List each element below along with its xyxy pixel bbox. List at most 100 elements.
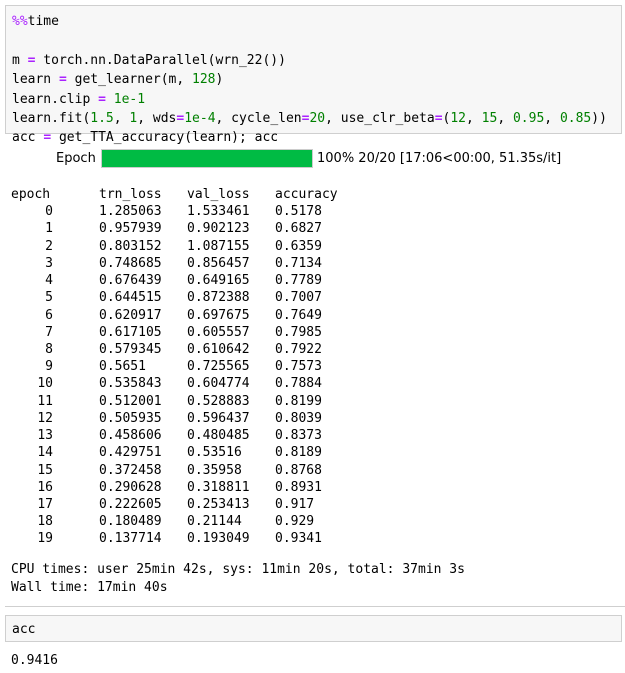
table-cell: 6 <box>45 307 53 323</box>
table-cell: 0.8189 <box>275 445 322 461</box>
code-token: = <box>98 91 106 107</box>
table-header: epoch <box>11 187 51 202</box>
table-cell: 0.480485 <box>187 428 250 444</box>
timing-output: CPU times: user 25min 42s, sys: 11min 20… <box>11 561 465 596</box>
table-cell: 9 <box>45 359 53 375</box>
table-cell: 0.748685 <box>99 255 162 271</box>
code-line: m = torch.nn.DataParallel(wrn_22()) <box>12 53 286 68</box>
table-cell: 0.8199 <box>275 393 322 409</box>
table-cell: 0.604774 <box>187 376 250 392</box>
code-token: 0.85 <box>559 111 592 127</box>
table-cell: 0.725565 <box>187 359 250 375</box>
table-cell: 0.318811 <box>187 479 250 495</box>
table-cell: 0.193049 <box>187 531 250 547</box>
progress-fill <box>102 150 312 167</box>
table-cell: 0.856457 <box>187 255 250 271</box>
table-cell: 0.917 <box>275 496 315 512</box>
table-cell: 0.579345 <box>99 341 162 357</box>
code-token: acc <box>12 130 44 146</box>
table-cell: 0.180489 <box>99 514 162 530</box>
code-editor-2[interactable]: acc <box>12 621 35 638</box>
table-cell: 0.512001 <box>99 393 162 409</box>
code-editor[interactable]: %%time m = torch.nn.DataParallel(wrn_22(… <box>12 12 607 148</box>
progress-bar <box>101 149 313 168</box>
table-cell: 1.285063 <box>99 204 162 220</box>
code-cell-input[interactable]: %%time m = torch.nn.DataParallel(wrn_22(… <box>5 5 622 145</box>
table-cell: 17 <box>37 496 53 512</box>
table-cell: 0.872388 <box>187 290 250 306</box>
table-cell: 0.697675 <box>187 307 250 323</box>
table-cell: 11 <box>37 393 53 409</box>
table-cell: 4 <box>45 273 53 289</box>
code-line: learn.clip = 1e-1 <box>12 92 145 107</box>
table-cell: 0.429751 <box>99 445 162 461</box>
table-cell: 5 <box>45 290 53 306</box>
code-token: , cycle_len <box>215 111 302 127</box>
table-cell: 0 <box>45 204 53 220</box>
table-cell: 0.372458 <box>99 462 162 478</box>
table-cell: 0.7884 <box>275 376 322 392</box>
code-token: 12 <box>450 111 466 127</box>
table-cell: 3 <box>45 255 53 271</box>
code-token: get_learner(m, <box>66 72 193 88</box>
table-cell: 0.644515 <box>99 290 162 306</box>
table-cell: 0.9341 <box>275 531 322 547</box>
code-token: learn.fit( <box>12 111 91 127</box>
table-header: val_loss <box>187 187 250 202</box>
code-token: torch.nn.DataParallel(wrn_22()) <box>35 52 286 68</box>
code-token: , <box>466 111 482 127</box>
code-token: = <box>43 130 52 146</box>
code-token: 128 <box>192 72 216 88</box>
code-token: , use_clr_beta <box>325 111 435 127</box>
code-token: 15 <box>481 111 498 127</box>
code-token: , <box>544 111 560 127</box>
table-cell: 10 <box>37 376 53 392</box>
table-cell: 0.7649 <box>275 307 322 323</box>
table-cell: 0.596437 <box>187 410 250 426</box>
table-cell: 1.087155 <box>187 238 250 254</box>
code-token: = <box>434 111 443 127</box>
table-cell: 0.8931 <box>275 479 322 495</box>
code-token: learn.clip <box>12 91 99 107</box>
table-cell: 0.253413 <box>187 496 250 512</box>
code-line: learn.fit(1.5, 1, wds=1e-4, cycle_len=20… <box>12 111 607 126</box>
code-cell-input-2[interactable]: acc <box>5 615 622 642</box>
table-cell: 0.957939 <box>99 221 162 237</box>
table-cell: 0.605557 <box>187 324 250 340</box>
code-line: acc = get_TTA_accuracy(learn); acc <box>12 130 278 145</box>
table-cell: 1.533461 <box>187 204 250 220</box>
table-cell: 0.929 <box>275 514 315 530</box>
table-cell: 18 <box>37 514 53 530</box>
table-cell: 15 <box>37 462 53 478</box>
code-token: 1e-4 <box>184 111 216 127</box>
table-cell: 0.8768 <box>275 462 322 478</box>
table-cell: 0.7573 <box>275 359 322 375</box>
table-cell: 12 <box>37 410 53 426</box>
cell-divider <box>5 606 625 607</box>
table-cell: 0.7134 <box>275 255 322 271</box>
table-header: accuracy <box>275 187 338 202</box>
code-token: = <box>58 72 67 88</box>
table-cell: 0.6827 <box>275 221 322 237</box>
table-cell: 0.290628 <box>99 479 162 495</box>
table-cell: 0.5178 <box>275 204 322 220</box>
table-cell: 0.8373 <box>275 428 322 444</box>
table-cell: 0.35958 <box>187 462 242 478</box>
table-cell: 0.6359 <box>275 238 322 254</box>
table-cell: 1 <box>45 221 53 237</box>
table-cell: 0.8039 <box>275 410 322 426</box>
cell-result: 0.9416 <box>11 653 58 668</box>
code-token: 0.95 <box>512 111 545 127</box>
table-cell: 0.610642 <box>187 341 250 357</box>
table-cell: 0.53516 <box>187 445 242 461</box>
code-token: learn <box>12 72 59 88</box>
table-cell: 0.535843 <box>99 376 162 392</box>
progress-label: Epoch <box>56 151 96 166</box>
table-cell: 16 <box>37 479 53 495</box>
table-cell: 14 <box>37 445 53 461</box>
code-token: )) <box>591 111 607 127</box>
table-cell: 0.5651 <box>99 359 146 375</box>
table-cell: 13 <box>37 428 53 444</box>
table-cell: 0.803152 <box>99 238 162 254</box>
table-header: trn_loss <box>99 187 162 202</box>
